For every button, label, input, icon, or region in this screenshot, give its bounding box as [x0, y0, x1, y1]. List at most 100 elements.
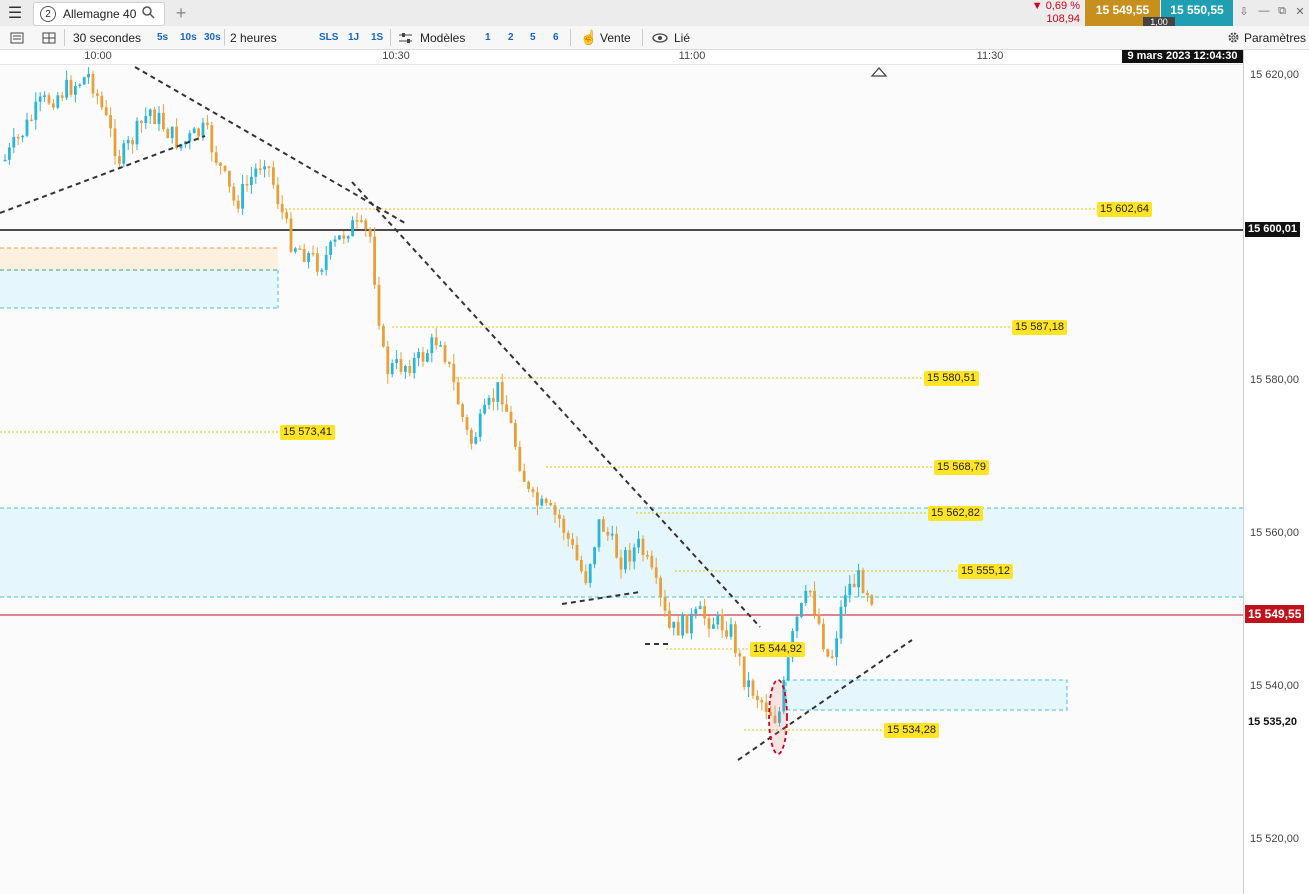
candle-body — [602, 519, 605, 532]
cursor-marker-icon[interactable] — [870, 67, 888, 77]
template-1-button[interactable]: 1 — [485, 26, 491, 49]
candle-body — [360, 220, 363, 222]
candle-body — [844, 595, 847, 607]
candle-body — [38, 96, 42, 102]
minimize-icon[interactable]: — — [1256, 5, 1272, 21]
candle-body — [496, 382, 500, 402]
interval-5s-button[interactable]: 5s — [157, 26, 168, 49]
candle-body — [368, 229, 372, 237]
candle-body — [12, 136, 16, 148]
candle-body — [536, 492, 539, 506]
settings-button[interactable]: Paramètres — [1244, 26, 1306, 49]
candle-body — [236, 200, 240, 209]
hand-icon[interactable]: ☝ — [580, 26, 597, 49]
eye-icon[interactable] — [652, 26, 668, 49]
candle-body — [346, 236, 350, 239]
candle-body — [580, 559, 583, 572]
candle-body — [113, 128, 117, 157]
tab-allemagne-40[interactable]: 2 Allemagne 40 — [33, 2, 165, 26]
candle-body — [250, 176, 253, 185]
candle-body — [474, 436, 478, 444]
plus-icon[interactable]: + — [170, 2, 192, 24]
candle-body — [615, 533, 618, 558]
candle-body — [140, 120, 143, 124]
chart-area[interactable] — [0, 50, 1243, 894]
sliders-icon[interactable] — [398, 26, 413, 49]
candle-body — [514, 422, 517, 447]
mode-button[interactable]: Vente — [600, 26, 631, 49]
range-1j-button[interactable]: 1J — [348, 26, 359, 49]
trendline[interactable] — [0, 135, 206, 214]
link-button[interactable]: Lié — [674, 26, 690, 49]
template-5-button[interactable]: 5 — [530, 26, 536, 49]
template-6-button[interactable]: 6 — [553, 26, 559, 49]
crosshair-datetime: 9 mars 2023 12:04:30 — [1122, 50, 1243, 63]
close-icon[interactable]: ✕ — [1292, 5, 1308, 21]
candle-body — [852, 583, 856, 588]
candle-body — [597, 519, 601, 548]
level-label: 15 602,64 — [1097, 202, 1152, 217]
interval-select[interactable]: 30 secondes — [73, 26, 141, 49]
candle-body — [632, 547, 636, 562]
candle-body — [522, 470, 526, 482]
candle-body — [82, 77, 86, 85]
candle-body — [822, 623, 825, 650]
single-window-icon[interactable] — [10, 26, 24, 49]
price-chart[interactable] — [0, 50, 1243, 894]
interval-30s-button[interactable]: 30s — [204, 26, 221, 49]
candle-body — [857, 570, 860, 588]
price-tick: 15 560,00 — [1250, 527, 1299, 539]
price-tick: 15 540,00 — [1250, 680, 1299, 692]
templates-button[interactable]: Modèles — [420, 26, 465, 49]
candle-body — [734, 624, 737, 654]
candle-body — [373, 236, 376, 285]
candle-body — [676, 621, 680, 636]
grid-layout-icon[interactable] — [42, 26, 56, 49]
candle-body — [646, 554, 649, 557]
candle-body — [3, 159, 7, 162]
price-tick: 15 520,00 — [1250, 833, 1299, 845]
candle-body — [703, 606, 706, 619]
candle-body — [839, 606, 843, 639]
candle-body — [390, 363, 394, 375]
candle-body — [742, 656, 746, 688]
candle-body — [747, 680, 750, 688]
divider — [642, 29, 643, 46]
candle-body — [650, 555, 654, 568]
range-1s-button[interactable]: 1S — [371, 26, 383, 49]
template-2-button[interactable]: 2 — [508, 26, 514, 49]
search-icon[interactable] — [142, 6, 155, 22]
price-tick: 15 580,00 — [1250, 374, 1299, 386]
popout-icon[interactable]: ⧉ — [1274, 5, 1290, 21]
range-select[interactable]: 2 heures — [230, 26, 277, 49]
candle-body — [25, 119, 29, 136]
candle-body — [558, 514, 561, 519]
candle-body — [188, 133, 192, 142]
candle-body — [408, 366, 412, 374]
round-level-badge: 15 600,01 — [1245, 222, 1300, 237]
highlight-ellipse[interactable] — [768, 679, 788, 755]
candle-body — [131, 140, 134, 145]
candle-body — [206, 122, 209, 126]
candle-body — [584, 571, 588, 583]
download-icon[interactable]: ⇩ — [1236, 5, 1252, 21]
candle-body — [382, 325, 385, 347]
candle-body — [30, 119, 33, 122]
range-sls-button[interactable]: SLS — [319, 26, 338, 49]
candle-body — [487, 397, 491, 405]
candle-body — [619, 557, 623, 570]
supply-zone — [0, 248, 278, 270]
candle-body — [175, 126, 178, 149]
price-axis[interactable] — [1243, 50, 1309, 894]
price-tick: 15 620,00 — [1250, 69, 1299, 81]
candle-body — [800, 602, 803, 617]
gear-icon[interactable] — [1227, 26, 1240, 49]
current-price-badge: 15 549,55 — [1245, 605, 1305, 623]
hamburger-menu-icon[interactable]: ☰ — [0, 0, 30, 26]
low-price-badge: 15 535,20 — [1245, 715, 1300, 730]
candle-body — [751, 680, 755, 696]
candle-body — [588, 564, 592, 583]
candle-body — [338, 235, 341, 240]
interval-10s-button[interactable]: 10s — [180, 26, 197, 49]
level-label: 15 544,92 — [750, 642, 805, 657]
